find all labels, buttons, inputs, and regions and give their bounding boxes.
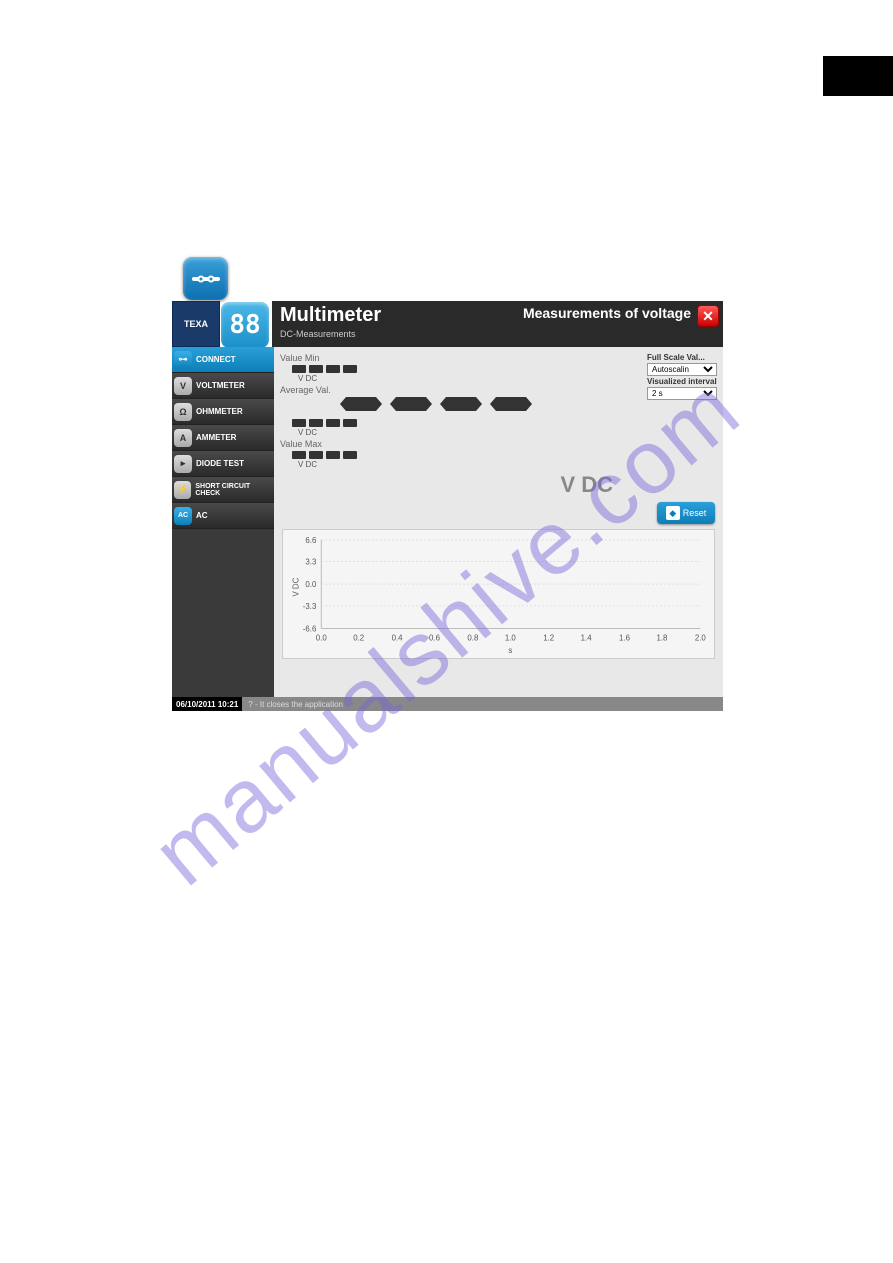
avg-mini-unit: V DC [298,428,647,437]
app-subtitle: DC-Measurements [280,329,715,339]
multimeter-app: TEXA 88 Multimeter DC-Measurements Measu… [172,301,723,711]
fullscale-label: Full Scale Val... [647,353,717,362]
sidebar-item-connect[interactable]: ⊶ CONNECT [172,347,274,373]
value-min-display [292,365,647,373]
value-max-display [292,451,647,459]
ac-icon: AC [174,507,192,525]
digit-logo: 88 [221,302,269,348]
interval-select[interactable]: 2 s [647,387,717,400]
mode-title: Measurements of voltage [523,305,691,321]
fullscale-select[interactable]: Autoscalin [647,363,717,376]
sidebar-item-ammeter[interactable]: A AMMETER [172,425,274,451]
average-val-label: Average Val. [280,385,647,395]
content-area: Value Min V DC Average Val. V DC Value M… [274,347,723,697]
connect-icon-large [183,257,228,300]
average-val-display [340,397,647,411]
sidebar-item-label: DIODE TEST [196,459,244,468]
sidebar-item-label: OHMMETER [196,407,243,416]
chart-ylabel: V DC [292,577,301,596]
svg-text:6.6: 6.6 [305,536,317,545]
connect-icon: ⊶ [174,351,192,369]
close-button[interactable]: ✕ [697,305,719,327]
value-min-label: Value Min [280,353,647,363]
sidebar: ⊶ CONNECT V VOLTMETER Ω OHMMETER A AMMET… [172,347,274,697]
sidebar-item-ohmmeter[interactable]: Ω OHMMETER [172,399,274,425]
svg-text:0.8: 0.8 [467,633,479,642]
value-max-label: Value Max [280,439,647,449]
footer-timestamp: 06/10/2011 10:21 [172,697,242,711]
ammeter-icon: A [174,429,192,447]
sidebar-item-ac[interactable]: AC AC [172,503,274,529]
svg-text:1.4: 1.4 [581,633,593,642]
reset-button[interactable]: ◆ Reset [657,502,715,524]
chart-y-ticks: 6.6 3.3 0.0 -3.3 -6.6 [303,536,317,634]
svg-text:0.0: 0.0 [305,580,317,589]
svg-text:3.3: 3.3 [305,557,317,566]
page-corner [823,56,893,96]
svg-text:2.0: 2.0 [695,633,707,642]
svg-text:-3.3: -3.3 [303,602,317,611]
sidebar-item-label: SHORT CIRCUIT CHECK [195,483,274,497]
reading-unit: V DC [560,472,613,498]
svg-text:1.6: 1.6 [619,633,631,642]
title-bar: Multimeter DC-Measurements Measurements … [272,301,723,347]
svg-text:0.0: 0.0 [316,633,328,642]
chart-grid [321,540,700,629]
voltmeter-icon: V [174,377,192,395]
reset-label: Reset [683,508,707,518]
sidebar-item-label: VOLTMETER [196,381,245,390]
svg-text:1.8: 1.8 [656,633,668,642]
ohmmeter-icon: Ω [174,403,192,421]
svg-text:1.2: 1.2 [543,633,554,642]
svg-text:-6.6: -6.6 [303,624,317,633]
app-header: TEXA 88 Multimeter DC-Measurements Measu… [172,301,723,347]
reset-icon: ◆ [666,506,680,520]
svg-text:0.4: 0.4 [392,633,404,642]
diode-icon: ▸ [174,455,192,473]
sidebar-item-diode[interactable]: ▸ DIODE TEST [172,451,274,477]
value-min-unit: V DC [298,374,647,383]
sidebar-item-short-circuit[interactable]: ⚡ SHORT CIRCUIT CHECK [172,477,274,503]
interval-label: Visualized interval [647,378,717,386]
chart-xlabel: s [508,646,512,655]
sidebar-item-label: CONNECT [196,355,236,364]
chart: 6.6 3.3 0.0 -3.3 -6.6 0.0 0.2 0.4 0.6 0.… [282,529,715,659]
value-max-unit: V DC [298,460,647,469]
chart-x-ticks: 0.0 0.2 0.4 0.6 0.8 1.0 1.2 1.4 1.6 1.8 … [316,633,707,642]
svg-text:1.0: 1.0 [505,633,517,642]
sidebar-item-voltmeter[interactable]: V VOLTMETER [172,373,274,399]
controls-panel: Full Scale Val... Autoscalin Visualized … [647,351,717,469]
svg-text:0.6: 0.6 [429,633,441,642]
avg-mini-display [292,419,647,427]
svg-text:0.2: 0.2 [353,633,364,642]
footer-hint: ? - It closes the application [242,700,343,709]
sidebar-item-label: AMMETER [196,433,236,442]
sidebar-item-label: AC [196,511,208,520]
short-circuit-icon: ⚡ [174,481,191,499]
texa-logo: TEXA [172,301,220,347]
app-footer: 06/10/2011 10:21 ? - It closes the appli… [172,697,723,711]
